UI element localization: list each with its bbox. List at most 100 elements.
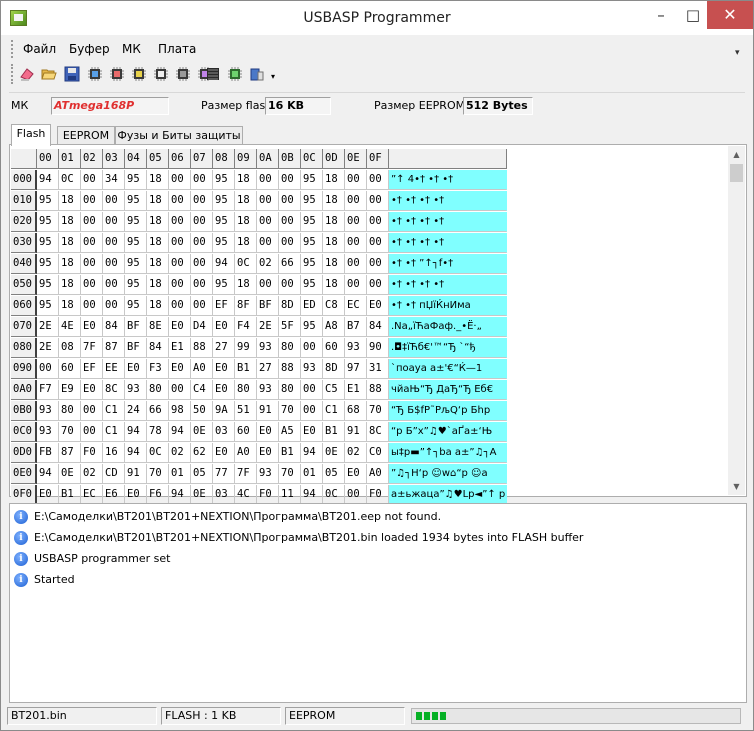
hex-byte-cell[interactable]: 00 (169, 380, 191, 400)
hex-byte-cell[interactable]: 18 (59, 254, 81, 274)
hex-byte-cell[interactable]: 02 (169, 443, 191, 463)
hex-byte-cell[interactable]: 60 (235, 422, 257, 442)
hex-byte-cell[interactable]: 95 (213, 170, 235, 190)
chip-verify-icon[interactable] (131, 66, 147, 82)
hex-byte-cell[interactable]: EF (81, 359, 103, 379)
hex-byte-cell[interactable]: A5 (279, 422, 301, 442)
hex-byte-cell[interactable]: 95 (301, 212, 323, 232)
hex-byte-cell[interactable]: 95 (125, 170, 147, 190)
scroll-thumb[interactable] (730, 164, 743, 182)
ascii-cell[interactable]: .Nа„їЋаФаф._•Ё·„ (389, 317, 507, 337)
hex-byte-cell[interactable]: 00 (279, 212, 301, 232)
hex-byte-cell[interactable]: 16 (103, 443, 125, 463)
hex-byte-cell[interactable]: 94 (213, 254, 235, 274)
hex-byte-cell[interactable]: 18 (235, 275, 257, 295)
hex-byte-cell[interactable]: 66 (279, 254, 301, 274)
hex-byte-cell[interactable]: 84 (103, 317, 125, 337)
hex-byte-cell[interactable]: F6 (147, 485, 169, 505)
hex-byte-cell[interactable]: 62 (191, 443, 213, 463)
hex-byte-cell[interactable]: 87 (103, 338, 125, 358)
hex-byte-cell[interactable]: 00 (257, 275, 279, 295)
hex-byte-cell[interactable]: 00 (279, 275, 301, 295)
ascii-cell[interactable]: •† •† •† •† (389, 275, 507, 295)
hex-byte-cell[interactable]: 05 (191, 464, 213, 484)
hex-byte-cell[interactable]: 00 (279, 191, 301, 211)
hex-byte-cell[interactable]: 93 (345, 338, 367, 358)
hex-byte-cell[interactable]: F3 (147, 359, 169, 379)
hex-byte-cell[interactable]: 60 (59, 359, 81, 379)
ascii-cell[interactable]: •† •† ”↑┐f•† (389, 254, 507, 274)
hex-byte-cell[interactable]: 00 (367, 254, 389, 274)
chip-erase-icon[interactable] (153, 66, 169, 82)
hex-byte-cell[interactable]: 84 (367, 317, 389, 337)
hex-byte-cell[interactable]: D4 (191, 317, 213, 337)
hex-byte-cell[interactable]: 00 (301, 380, 323, 400)
hex-byte-cell[interactable]: 18 (147, 212, 169, 232)
hex-byte-cell[interactable]: 18 (59, 212, 81, 232)
hex-byte-cell[interactable]: 70 (59, 422, 81, 442)
hex-byte-cell[interactable]: 2E (37, 317, 59, 337)
ascii-cell[interactable]: “Ђ Б$fР˜PљQ‘p Бhp (389, 401, 507, 421)
hex-byte-cell[interactable]: B7 (345, 317, 367, 337)
hex-byte-cell[interactable]: 90 (367, 338, 389, 358)
hex-byte-cell[interactable]: 00 (191, 212, 213, 232)
hex-byte-cell[interactable]: E0 (125, 485, 147, 505)
hex-byte-cell[interactable]: 00 (103, 191, 125, 211)
hex-byte-cell[interactable]: C5 (323, 380, 345, 400)
hex-byte-cell[interactable]: 95 (301, 170, 323, 190)
hex-byte-cell[interactable]: F7 (37, 380, 59, 400)
hex-byte-cell[interactable]: 93 (257, 464, 279, 484)
menu-mk[interactable]: МК (122, 42, 141, 56)
ascii-cell[interactable]: •† •† •† •† (389, 212, 507, 232)
hex-byte-cell[interactable]: E0 (81, 317, 103, 337)
hex-byte-cell[interactable]: 24 (125, 401, 147, 421)
hex-byte-cell[interactable]: 0E (191, 422, 213, 442)
hex-byte-cell[interactable]: 70 (147, 464, 169, 484)
hex-byte-cell[interactable]: 00 (169, 170, 191, 190)
hex-byte-cell[interactable]: 4E (59, 317, 81, 337)
hex-byte-cell[interactable]: 95 (125, 296, 147, 316)
menu-file[interactable]: Файл (23, 42, 56, 56)
hex-byte-cell[interactable]: 95 (37, 212, 59, 232)
hex-byte-cell[interactable]: E0 (37, 485, 59, 505)
hex-byte-cell[interactable]: 18 (59, 275, 81, 295)
hex-byte-cell[interactable]: FB (37, 443, 59, 463)
hex-byte-cell[interactable]: 18 (235, 170, 257, 190)
dropdown-arrow-icon[interactable]: ▾ (271, 72, 275, 81)
hex-byte-cell[interactable]: C0 (367, 443, 389, 463)
hex-byte-cell[interactable]: 95 (37, 275, 59, 295)
ascii-cell[interactable]: .◘‡їЋб€'™“Ђ `“ђ (389, 338, 507, 358)
hex-byte-cell[interactable]: 91 (257, 401, 279, 421)
hex-byte-cell[interactable]: 0C (323, 485, 345, 505)
hex-byte-cell[interactable]: 00 (81, 401, 103, 421)
hex-byte-cell[interactable]: 00 (367, 212, 389, 232)
hex-byte-cell[interactable]: 00 (81, 233, 103, 253)
hex-byte-cell[interactable]: 00 (191, 170, 213, 190)
hex-byte-cell[interactable]: E0 (81, 380, 103, 400)
hex-byte-cell[interactable]: 0C (235, 254, 257, 274)
hex-byte-cell[interactable]: 00 (81, 254, 103, 274)
hex-byte-cell[interactable]: 01 (169, 464, 191, 484)
hex-byte-cell[interactable]: 95 (125, 233, 147, 253)
hex-byte-cell[interactable]: 93 (257, 338, 279, 358)
hex-byte-cell[interactable]: 66 (147, 401, 169, 421)
hex-byte-cell[interactable]: A0 (235, 443, 257, 463)
hex-byte-cell[interactable]: 77 (213, 464, 235, 484)
hex-byte-cell[interactable]: 18 (235, 233, 257, 253)
open-folder-icon[interactable] (41, 66, 57, 82)
hex-byte-cell[interactable]: 00 (345, 191, 367, 211)
hex-byte-cell[interactable]: 60 (323, 338, 345, 358)
hex-byte-cell[interactable]: 00 (81, 275, 103, 295)
hex-byte-cell[interactable]: 18 (147, 296, 169, 316)
hex-byte-cell[interactable]: 2E (257, 317, 279, 337)
hex-byte-cell[interactable]: 8F (235, 296, 257, 316)
hex-byte-cell[interactable]: 00 (191, 191, 213, 211)
hex-byte-cell[interactable]: 00 (169, 233, 191, 253)
ascii-cell[interactable]: ы‡р▬”↑┐bа а±”♫┐А (389, 443, 507, 463)
scroll-up-icon[interactable]: ▲ (728, 146, 745, 163)
hex-byte-cell[interactable]: 95 (213, 212, 235, 232)
hex-byte-cell[interactable]: 8D (279, 296, 301, 316)
hex-byte-cell[interactable]: 18 (235, 191, 257, 211)
hex-byte-cell[interactable]: 00 (191, 254, 213, 274)
hex-byte-cell[interactable]: 50 (191, 401, 213, 421)
